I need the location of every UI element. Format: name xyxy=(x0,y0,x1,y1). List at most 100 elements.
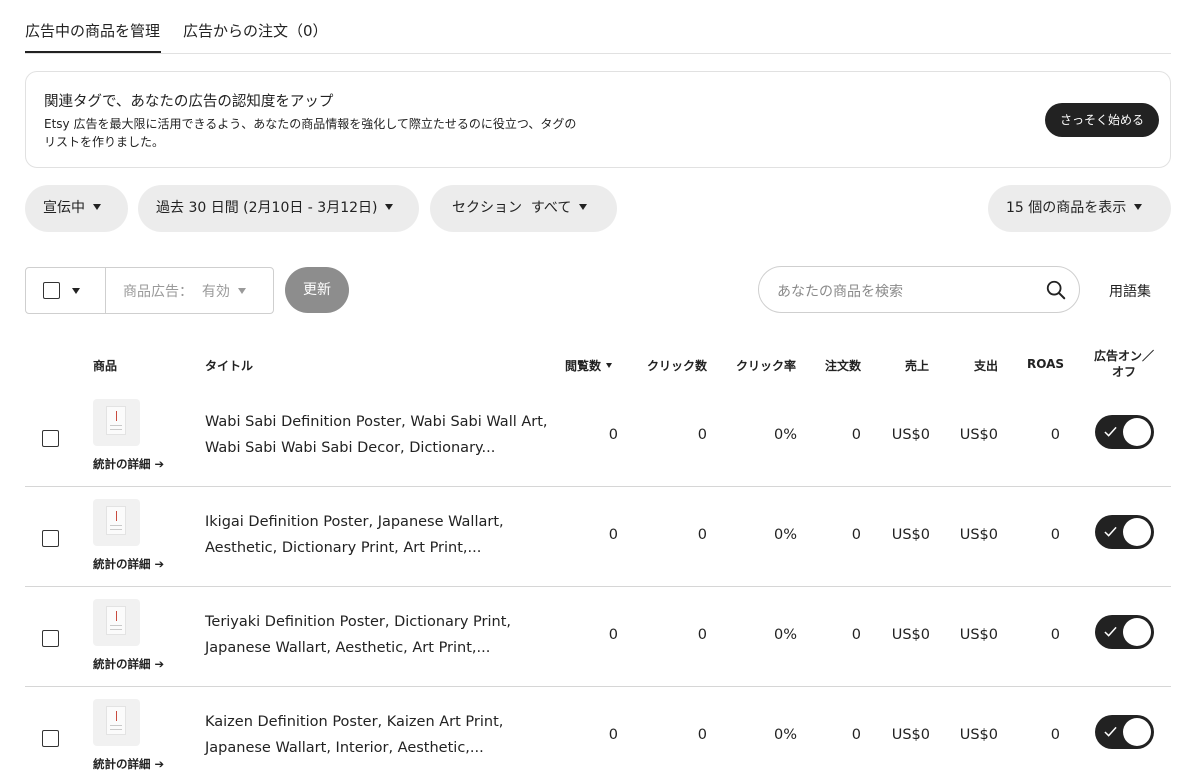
items-per-page-dropdown[interactable]: 15 個の商品を表示 xyxy=(988,185,1171,232)
table-row: 統計の詳細 ➔ Ikigai Definition Poster, Japane… xyxy=(25,487,1171,587)
table-row: 統計の詳細 ➔ Teriyaki Definition Poster, Dict… xyxy=(25,587,1171,687)
cell-clicks: 0 xyxy=(697,727,707,743)
cell-roas: 0 xyxy=(1050,727,1060,743)
header-ad-toggle-line2: オフ xyxy=(1111,365,1136,379)
caret-down-icon xyxy=(72,288,80,294)
glossary-link[interactable]: 用語集 xyxy=(1109,281,1151,301)
caret-down-icon xyxy=(237,288,246,294)
ad-toggle[interactable] xyxy=(1095,715,1154,749)
stats-details-link[interactable]: 統計の詳細 ➔ xyxy=(93,656,164,672)
ad-status-select[interactable]: 商品広告： 有効 xyxy=(123,281,246,301)
search-input[interactable]: あなたの商品を検索 xyxy=(758,266,1080,313)
search-icon[interactable] xyxy=(1045,279,1067,301)
ad-status-select-label: 商品広告： 有効 xyxy=(123,284,230,300)
table-row: 統計の詳細 ➔ Kaizen Definition Poster, Kaizen… xyxy=(25,687,1171,781)
cell-roas: 0 xyxy=(1050,527,1060,543)
caret-down-icon xyxy=(385,204,394,210)
cell-views: 0 xyxy=(608,427,618,443)
poster-image xyxy=(106,606,126,635)
cell-spend: US$0 xyxy=(959,427,998,443)
ad-toggle[interactable] xyxy=(1095,515,1154,549)
header-ctr: クリック率 xyxy=(736,359,797,373)
product-title[interactable]: Ikigai Definition Poster, Japanese Walla… xyxy=(205,509,550,561)
ad-toggle[interactable] xyxy=(1095,415,1154,449)
section-filter-dropdown[interactable]: セクション すべて xyxy=(430,185,617,232)
header-clicks: クリック数 xyxy=(647,359,708,373)
items-per-page-label: 15 個の商品を表示 xyxy=(1006,200,1127,216)
cell-orders: 0 xyxy=(851,427,861,443)
sort-down-icon xyxy=(606,363,613,368)
toggle-knob xyxy=(1123,518,1151,546)
check-icon xyxy=(1104,426,1117,437)
active-tab-indicator xyxy=(25,51,161,53)
cell-clicks: 0 xyxy=(697,627,707,643)
toggle-knob xyxy=(1123,418,1151,446)
cell-revenue: US$0 xyxy=(891,727,930,743)
cell-clicks: 0 xyxy=(697,527,707,543)
stats-details-link[interactable]: 統計の詳細 ➔ xyxy=(93,756,164,772)
status-filter-label: 宣伝中 xyxy=(43,200,85,216)
header-views: 閲覧数 xyxy=(565,359,602,373)
stats-details-link[interactable]: 統計の詳細 ➔ xyxy=(93,456,164,472)
table-row: 統計の詳細 ➔ Wabi Sabi Definition Poster, Wab… xyxy=(25,387,1171,487)
cell-views: 0 xyxy=(608,627,618,643)
ad-toggle[interactable] xyxy=(1095,615,1154,649)
product-thumbnail[interactable] xyxy=(93,699,140,746)
cell-clicks: 0 xyxy=(697,427,707,443)
toggle-knob xyxy=(1123,618,1151,646)
poster-image xyxy=(106,706,126,735)
product-title[interactable]: Kaizen Definition Poster, Kaizen Art Pri… xyxy=(205,709,550,761)
cell-ctr: 0% xyxy=(773,527,797,543)
cell-roas: 0 xyxy=(1050,427,1060,443)
cell-spend: US$0 xyxy=(959,627,998,643)
select-all-dropdown[interactable] xyxy=(26,268,106,313)
product-thumbnail[interactable] xyxy=(93,499,140,546)
caret-down-icon xyxy=(1134,204,1143,210)
cell-revenue: US$0 xyxy=(891,627,930,643)
cell-orders: 0 xyxy=(851,727,861,743)
cell-ctr: 0% xyxy=(773,627,797,643)
status-filter-dropdown[interactable]: 宣伝中 xyxy=(25,185,128,232)
cell-spend: US$0 xyxy=(959,527,998,543)
stats-details-link[interactable]: 統計の詳細 ➔ xyxy=(93,556,164,572)
header-views-sort[interactable]: 閲覧数 xyxy=(565,357,613,374)
section-filter-label: セクション すべて xyxy=(452,200,572,216)
banner-text: Etsy 広告を最大限に活用できるよう、あなたの商品情報を強化して際立たせるのに… xyxy=(44,117,577,149)
header-revenue: 売上 xyxy=(905,359,930,373)
check-icon xyxy=(1104,526,1117,537)
row-checkbox[interactable] xyxy=(42,530,59,547)
row-checkbox[interactable] xyxy=(42,430,59,447)
tab-ad-orders[interactable]: 広告からの注文（0） xyxy=(183,20,328,41)
banner-title: 関連タグで、あなたの広告の認知度をアップ xyxy=(44,94,334,110)
poster-image xyxy=(106,406,126,435)
cell-views: 0 xyxy=(608,527,618,543)
product-thumbnail[interactable] xyxy=(93,399,140,446)
select-all-checkbox[interactable] xyxy=(43,282,60,299)
tags-promo-banner: 関連タグで、あなたの広告の認知度をアップ Etsy 広告を最大限に活用できるよう… xyxy=(25,71,1171,168)
bulk-action-bar: 商品広告： 有効 xyxy=(25,267,274,314)
caret-down-icon xyxy=(579,204,588,210)
product-title[interactable]: Teriyaki Definition Poster, Dictionary P… xyxy=(205,609,550,661)
tab-manage-ads[interactable]: 広告中の商品を管理 xyxy=(25,20,160,41)
product-title[interactable]: Wabi Sabi Definition Poster, Wabi Sabi W… xyxy=(205,409,550,461)
check-icon xyxy=(1104,626,1117,637)
cell-ctr: 0% xyxy=(773,727,797,743)
row-checkbox[interactable] xyxy=(42,730,59,747)
get-started-button[interactable]: さっそく始める xyxy=(1044,103,1159,137)
header-ad-toggle-line1: 広告オン／ xyxy=(1093,349,1154,363)
cell-revenue: US$0 xyxy=(891,527,930,543)
check-icon xyxy=(1104,726,1117,737)
toggle-knob xyxy=(1123,718,1151,746)
tab-bar: 広告中の商品を管理 広告からの注文（0） xyxy=(25,0,1171,54)
header-orders: 注文数 xyxy=(825,359,862,373)
update-button[interactable]: 更新 xyxy=(285,267,349,313)
date-range-dropdown[interactable]: 過去 30 日間 (2月10日 - 3月12日) xyxy=(138,185,419,232)
row-checkbox[interactable] xyxy=(42,630,59,647)
header-title: タイトル xyxy=(205,359,254,373)
product-thumbnail[interactable] xyxy=(93,599,140,646)
cell-spend: US$0 xyxy=(959,727,998,743)
cell-orders: 0 xyxy=(851,627,861,643)
header-roas: ROAS xyxy=(1027,357,1065,371)
header-ad-toggle: 広告オン／ オフ xyxy=(1084,348,1164,380)
cell-orders: 0 xyxy=(851,527,861,543)
